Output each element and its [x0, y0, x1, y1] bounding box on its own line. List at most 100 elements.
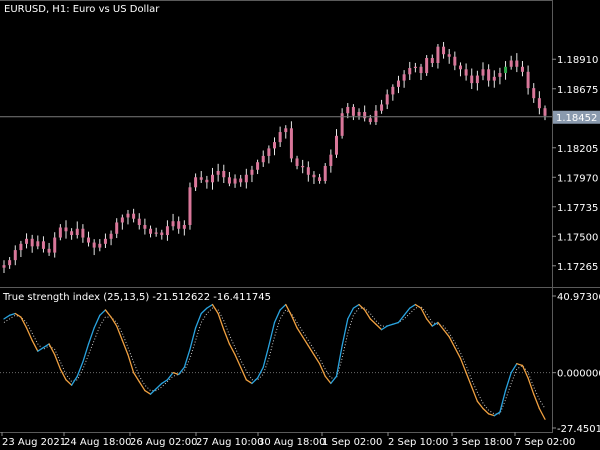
candle-body	[36, 241, 40, 247]
indicator-title: True strength index (25,13,5) -21.512622…	[2, 292, 271, 303]
candle-body	[447, 54, 451, 57]
candle-body	[419, 66, 423, 74]
candle-body	[199, 177, 203, 180]
candle-body	[363, 111, 367, 119]
time-tick-label: 2 Sep 10:00	[388, 437, 448, 448]
candle-body	[475, 75, 479, 84]
candle-body	[205, 179, 209, 183]
candle-body	[182, 224, 186, 229]
candle-body	[188, 187, 192, 225]
candle-body	[2, 265, 6, 268]
indicator-tick-label: -27.450176	[557, 424, 600, 435]
candle-body	[334, 135, 338, 155]
candle-body	[380, 104, 384, 111]
candle-body	[256, 162, 260, 170]
candle-body	[470, 75, 474, 84]
candle-body	[430, 57, 434, 64]
price-tick-label: 1.18205	[557, 144, 598, 155]
candle-body	[75, 228, 79, 236]
candle-body	[481, 69, 485, 76]
indicator-tick-label: 0.000000	[557, 369, 600, 380]
candle-body	[498, 73, 502, 77]
candle-body	[267, 148, 271, 156]
candle-body	[295, 158, 299, 166]
time-tick-label: 1 Sep 02:00	[322, 437, 382, 448]
candle-body	[171, 221, 175, 227]
candle-body	[8, 260, 12, 266]
candle-body	[306, 167, 310, 175]
candle-body	[442, 46, 446, 55]
candle-body	[385, 94, 389, 105]
candle-body	[284, 128, 288, 133]
time-tick-label: 27 Aug 10:00	[196, 437, 263, 448]
candle-body	[318, 177, 322, 182]
candle-body	[323, 165, 327, 182]
price-tick-label: 1.18675	[557, 85, 598, 96]
candle-body	[165, 226, 169, 236]
candle-body	[98, 243, 102, 248]
candle-body	[509, 60, 513, 67]
candle-body	[329, 154, 333, 166]
candle-body	[346, 106, 350, 114]
candle-body	[402, 74, 406, 81]
candle-body	[227, 177, 231, 184]
candle-body	[143, 224, 147, 229]
time-tick-label: 24 Aug 18:00	[64, 437, 131, 448]
candle-body	[25, 238, 29, 244]
candle-body	[58, 227, 62, 238]
candle-body	[64, 227, 68, 232]
candle-body	[53, 237, 57, 253]
candle-body	[351, 106, 355, 116]
candle-body	[87, 237, 91, 243]
chart-background	[0, 0, 600, 450]
candle-body	[109, 233, 113, 239]
candle-body	[211, 174, 215, 183]
candle-body	[126, 213, 130, 218]
time-tick-label: 26 Aug 02:00	[130, 437, 197, 448]
chart-canvas[interactable]: EURUSD, H1: Euro vs US Dollar 1.18910 1.1…	[0, 0, 600, 450]
candle-body	[177, 221, 181, 229]
price-tick-label: 1.17500	[557, 232, 598, 243]
candle-body	[149, 228, 153, 234]
candle-body	[47, 248, 51, 253]
candle-body	[194, 177, 198, 188]
candle-body	[160, 232, 164, 236]
candle-body	[312, 174, 316, 178]
candle-body	[30, 238, 34, 247]
indicator-tick-label: 40.973062	[557, 292, 600, 303]
candle-body	[278, 132, 282, 143]
candle-body	[120, 217, 124, 223]
candle-body	[357, 111, 361, 116]
candle-body	[289, 128, 293, 159]
candle-body	[537, 98, 541, 109]
price-tick-label: 1.17265	[557, 262, 598, 273]
candle-body	[458, 65, 462, 70]
candle-body	[103, 238, 107, 244]
candle-body	[543, 108, 547, 116]
candle-body	[13, 250, 17, 261]
candle-body	[391, 86, 395, 95]
candle-body	[81, 228, 85, 238]
candle-body	[137, 218, 141, 225]
candle-body	[408, 68, 412, 75]
candle-body	[515, 60, 519, 67]
price-tick-label: 1.17970	[557, 173, 598, 184]
candle-body	[216, 170, 220, 175]
candle-body	[239, 178, 243, 183]
candle-body	[244, 174, 248, 183]
candle-body	[520, 66, 524, 72]
candle-body	[464, 69, 468, 76]
candle-body	[261, 155, 265, 163]
candle-body	[273, 142, 276, 149]
candle-body	[70, 231, 74, 236]
candle-body	[532, 88, 536, 99]
candle-body	[19, 243, 23, 251]
candle-body	[504, 66, 508, 74]
time-tick-label: 23 Aug 2021	[2, 437, 66, 448]
candle-body	[115, 222, 119, 234]
candle-body	[413, 66, 417, 69]
candle-body	[453, 56, 457, 66]
candle-body	[526, 71, 530, 89]
chart-title: EURUSD, H1: Euro vs US Dollar	[4, 4, 160, 15]
candle-body	[233, 178, 237, 184]
